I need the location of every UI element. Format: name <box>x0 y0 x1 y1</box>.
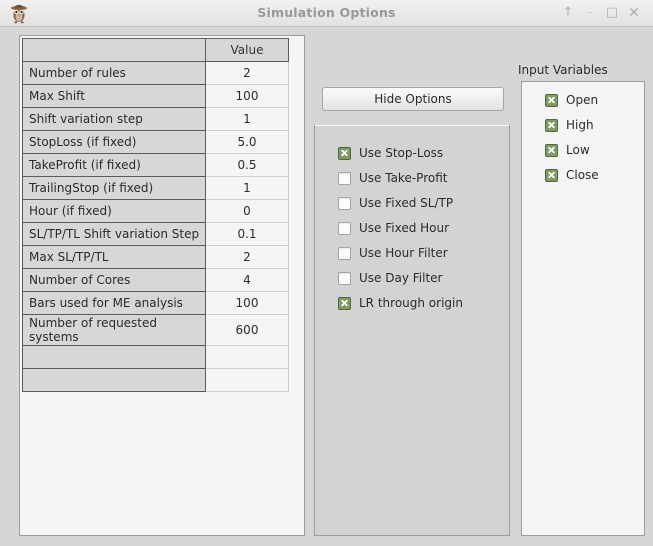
checkbox-unchecked-icon[interactable] <box>338 196 351 210</box>
table-cell-name[interactable]: Max Shift <box>22 84 206 108</box>
table-row[interactable]: StopLoss (if fixed) 5.0 <box>22 130 289 154</box>
table-row[interactable] <box>22 345 289 369</box>
table-cell-value[interactable]: 1 <box>205 176 289 200</box>
table-row[interactable]: Max SL/TP/TL 2 <box>22 245 289 269</box>
input-variable-label: Close <box>566 168 599 182</box>
table-row[interactable]: TrailingStop (if fixed) 1 <box>22 176 289 200</box>
table-cell-value[interactable]: 2 <box>205 61 289 85</box>
option-checkbox-label: Use Fixed SL/TP <box>359 196 454 210</box>
checkbox-checked-icon[interactable] <box>545 168 558 182</box>
table-cell-name[interactable] <box>22 345 206 369</box>
table-row[interactable]: Hour (if fixed) 0 <box>22 199 289 223</box>
table-row[interactable]: Number of requested systems 600 <box>22 314 289 346</box>
input-variable-row[interactable]: High <box>545 116 594 134</box>
maximize-button[interactable]: □ <box>601 0 623 26</box>
table-cell-name[interactable]: Max SL/TP/TL <box>22 245 206 269</box>
table-row[interactable]: Number of rules 2 <box>22 61 289 85</box>
table-cell-name[interactable]: Hour (if fixed) <box>22 199 206 223</box>
table-cell-name[interactable]: Number of rules <box>22 61 206 85</box>
option-checkbox-row[interactable]: Use Take-Profit <box>338 169 447 187</box>
option-checkbox-label: Use Stop-Loss <box>359 146 444 160</box>
input-variable-label: High <box>566 118 594 132</box>
input-variable-row[interactable]: Close <box>545 166 599 184</box>
table-row[interactable]: Number of Cores 4 <box>22 268 289 292</box>
table-cell-name[interactable]: SL/TP/TL Shift variation Step <box>22 222 206 246</box>
close-button[interactable]: ✕ <box>623 0 645 26</box>
table-cell-name[interactable] <box>22 368 206 392</box>
input-variable-row[interactable]: Low <box>545 141 590 159</box>
option-checkbox-row[interactable]: Use Fixed SL/TP <box>338 194 453 212</box>
table-cell-value[interactable] <box>205 345 289 369</box>
table-cell-name[interactable]: TrailingStop (if fixed) <box>22 176 206 200</box>
options-table-body: Number of rules 2 Max Shift 100 Shift variat… <box>22 61 289 392</box>
option-checkbox-row[interactable]: Use Stop-Loss <box>338 144 443 162</box>
checkbox-checked-icon[interactable] <box>338 296 351 310</box>
option-checkbox-label: Use Day Filter <box>359 271 443 285</box>
option-checkbox-row[interactable]: Use Fixed Hour <box>338 219 449 237</box>
table-row[interactable]: Max Shift 100 <box>22 84 289 108</box>
hide-options-button[interactable]: Hide Options <box>322 87 504 111</box>
checkbox-checked-icon[interactable] <box>338 146 351 160</box>
table-cell-name[interactable]: TakeProfit (if fixed) <box>22 153 206 177</box>
option-checkbox-label: Use Take-Profit <box>359 171 448 185</box>
table-row[interactable]: Bars used for ME analysis 100 <box>22 291 289 315</box>
table-cell-value[interactable]: 600 <box>205 314 289 346</box>
table-cell-name[interactable]: Number of requested systems <box>22 314 206 346</box>
window-body: Value Number of rules 2 Max Shift 100 Shift … <box>0 27 653 546</box>
table-cell-value[interactable]: 4 <box>205 268 289 292</box>
option-checkbox-row[interactable]: Use Hour Filter <box>338 244 448 262</box>
checkbox-checked-icon[interactable] <box>545 143 558 157</box>
table-cell-value[interactable] <box>205 368 289 392</box>
column-header-value[interactable]: Value <box>205 38 289 62</box>
table-cell-value[interactable]: 2 <box>205 245 289 269</box>
options-table: Value Number of rules 2 Max Shift 100 Shift … <box>22 38 289 392</box>
checkbox-checked-icon[interactable] <box>545 118 558 132</box>
table-row[interactable]: TakeProfit (if fixed) 0.5 <box>22 153 289 177</box>
table-cell-value[interactable]: 0 <box>205 199 289 223</box>
table-cell-value[interactable]: 100 <box>205 291 289 315</box>
option-checkbox-label: Use Fixed Hour <box>359 221 450 235</box>
table-row[interactable]: SL/TP/TL Shift variation Step 0.1 <box>22 222 289 246</box>
simulation-options-panel: Use Stop-Loss Use Take-Profit Use Fixed SL… <box>314 125 510 536</box>
option-checkbox-label: LR through origin <box>359 296 463 310</box>
input-variables-panel: Open High Low Close <box>521 81 645 536</box>
table-cell-value[interactable]: 100 <box>205 84 289 108</box>
option-checkbox-label: Use Hour Filter <box>359 246 448 260</box>
checkbox-checked-icon[interactable] <box>545 93 558 107</box>
table-cell-value[interactable]: 0.1 <box>205 222 289 246</box>
checkbox-unchecked-icon[interactable] <box>338 271 351 285</box>
title-bar[interactable]: Simulation Options ↑ – □ ✕ <box>0 0 653 27</box>
options-table-panel[interactable]: Value Number of rules 2 Max Shift 100 Shift … <box>19 35 305 536</box>
minimize-button[interactable]: – <box>579 0 601 26</box>
checkbox-unchecked-icon[interactable] <box>338 246 351 260</box>
checkbox-unchecked-icon[interactable] <box>338 221 351 235</box>
table-header-row: Value <box>22 38 289 62</box>
table-row[interactable]: Shift variation step 1 <box>22 107 289 131</box>
table-cell-name[interactable]: StopLoss (if fixed) <box>22 130 206 154</box>
table-cell-value[interactable]: 5.0 <box>205 130 289 154</box>
table-cell-value[interactable]: 0.5 <box>205 153 289 177</box>
column-header-name[interactable] <box>22 38 206 62</box>
input-variable-label: Open <box>566 93 599 107</box>
table-cell-name[interactable]: Number of Cores <box>22 268 206 292</box>
table-cell-name[interactable]: Bars used for ME analysis <box>22 291 206 315</box>
option-checkbox-row[interactable]: Use Day Filter <box>338 269 442 287</box>
table-row[interactable] <box>22 368 289 392</box>
option-checkbox-row[interactable]: LR through origin <box>338 294 463 312</box>
checkbox-unchecked-icon[interactable] <box>338 171 351 185</box>
table-cell-value[interactable]: 1 <box>205 107 289 131</box>
input-variable-row[interactable]: Open <box>545 91 598 109</box>
shade-button[interactable]: ↑ <box>557 0 579 26</box>
input-variable-label: Low <box>566 143 590 157</box>
window-title: Simulation Options <box>257 5 396 20</box>
table-cell-name[interactable]: Shift variation step <box>22 107 206 131</box>
input-variables-title: Input Variables <box>518 63 608 77</box>
